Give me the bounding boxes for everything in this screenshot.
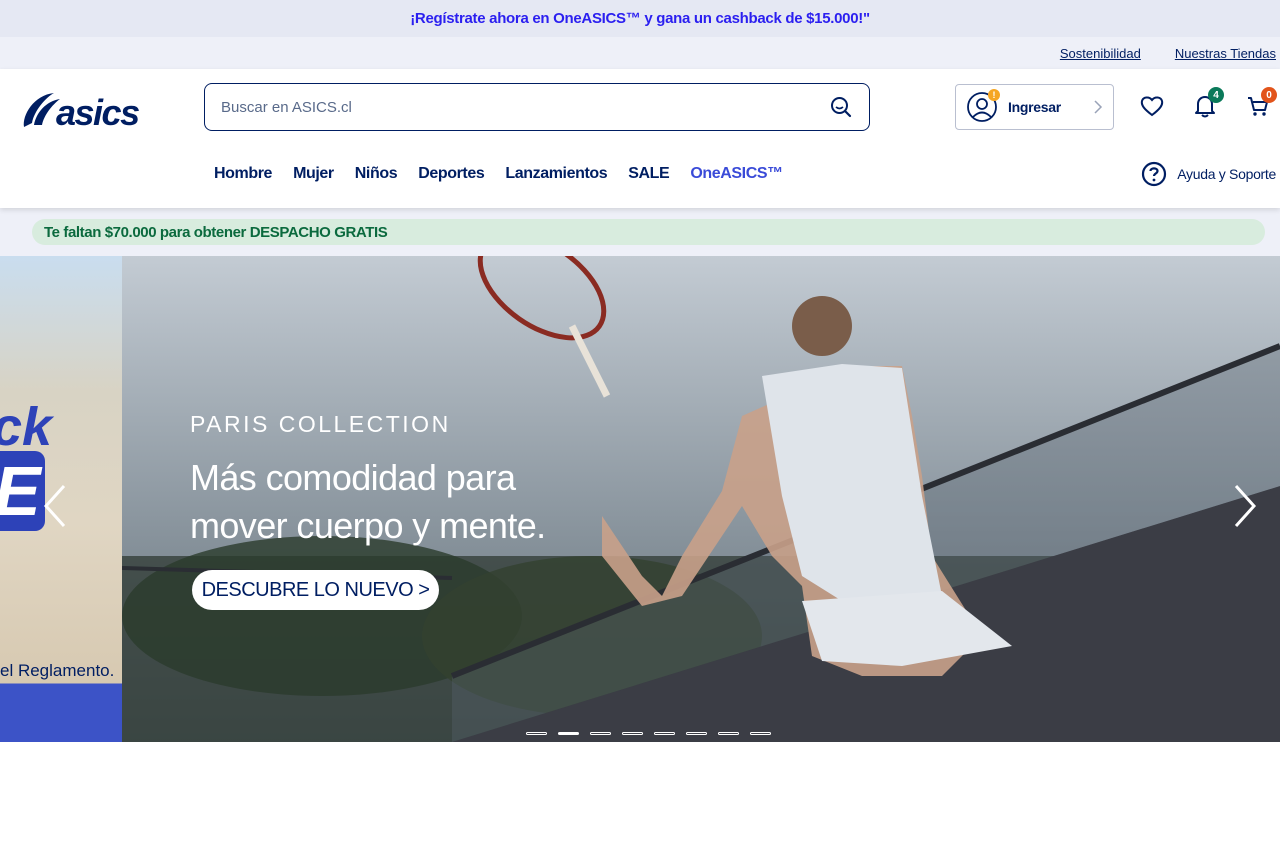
utility-bar: Sostenibilidad Nuestras Tiendas	[0, 37, 1280, 69]
wishlist-heart-icon[interactable]	[1139, 93, 1165, 119]
carousel-next-arrow-icon[interactable]	[1230, 484, 1260, 528]
carousel-prev-arrow-icon[interactable]	[40, 484, 70, 528]
carousel-dot[interactable]	[654, 732, 675, 735]
free-shipping-bar: Te faltan $70.000 para obtener DESPACHO …	[32, 219, 1265, 245]
shipping-progress-row: Te faltan $70.000 para obtener DESPACHO …	[0, 208, 1280, 256]
chevron-right-icon	[1094, 100, 1103, 114]
carousel-dot[interactable]	[718, 732, 739, 735]
prev-slide-caption: el Reglamento.	[0, 661, 115, 680]
cart-icon[interactable]: 0	[1245, 87, 1277, 119]
nav-item-lanzamientos[interactable]: Lanzamientos	[505, 165, 607, 183]
site-header: asics ! Ingresar 4 0 Hombre Mujer Niños …	[0, 69, 1280, 208]
carousel-dot[interactable]	[686, 732, 707, 735]
login-button[interactable]: ! Ingresar	[955, 84, 1114, 130]
user-icon: !	[966, 89, 1000, 123]
help-support-link[interactable]: Ayuda y Soporte	[1141, 161, 1276, 187]
carousel-dot[interactable]	[590, 732, 611, 735]
prev-slide-word-2: E	[0, 451, 45, 531]
nav-item-oneasics[interactable]: OneASICS™	[690, 165, 783, 183]
carousel-dot[interactable]	[558, 732, 579, 735]
nav-item-deportes[interactable]: Deportes	[418, 165, 485, 183]
hero-slide-paris-collection[interactable]: PARIS COLLECTION Más comodidad para move…	[122, 256, 1280, 742]
carousel-dot[interactable]	[622, 732, 643, 735]
carousel-pagination	[526, 732, 771, 735]
help-label: Ayuda y Soporte	[1177, 166, 1276, 182]
carousel-dot[interactable]	[750, 732, 771, 735]
hero-carousel: ck E el Reglamento. PA	[0, 256, 1280, 742]
nav-item-ninos[interactable]: Niños	[355, 165, 398, 183]
search-box	[204, 83, 870, 131]
asics-logo[interactable]: asics	[20, 87, 142, 133]
logo-wordmark: asics	[56, 92, 140, 133]
carousel-dot[interactable]	[526, 732, 547, 735]
prev-slide-word-1: ck	[0, 397, 53, 457]
hero-copy: PARIS COLLECTION Más comodidad para move…	[190, 411, 546, 550]
stores-link[interactable]: Nuestras Tiendas	[1175, 46, 1276, 61]
promo-text[interactable]: ¡Regístrate ahora en OneASICS™ y gana un…	[410, 10, 870, 27]
discover-new-button[interactable]: DESCUBRE LO NUEVO >	[192, 570, 439, 610]
login-label: Ingresar	[1008, 99, 1061, 115]
help-question-icon	[1142, 161, 1167, 187]
search-icon[interactable]	[829, 95, 853, 119]
search-input[interactable]	[221, 98, 829, 116]
hero-eyebrow: PARIS COLLECTION	[190, 411, 451, 437]
hero-headline: Más comodidad para mover cuerpo y mente.	[190, 454, 546, 550]
nav-item-mujer[interactable]: Mujer	[293, 165, 334, 183]
promo-banner[interactable]: ¡Regístrate ahora en OneASICS™ y gana un…	[0, 0, 1280, 37]
main-nav: Hombre Mujer Niños Deportes Lanzamientos…	[214, 165, 783, 183]
free-shipping-text: Te faltan $70.000 para obtener DESPACHO …	[44, 223, 388, 241]
notifications-bell-icon[interactable]: 4	[1192, 87, 1224, 119]
hero-headline-line-2: mover cuerpo y mente.	[190, 505, 546, 546]
hero-headline-line-1: Más comodidad para	[190, 457, 516, 498]
notifications-badge: 4	[1208, 87, 1224, 103]
cart-badge: 0	[1261, 87, 1277, 103]
login-alert-badge: !	[988, 89, 1000, 101]
nav-item-hombre[interactable]: Hombre	[214, 165, 272, 183]
nav-item-sale[interactable]: SALE	[628, 165, 669, 183]
sustainability-link[interactable]: Sostenibilidad	[1060, 46, 1141, 61]
